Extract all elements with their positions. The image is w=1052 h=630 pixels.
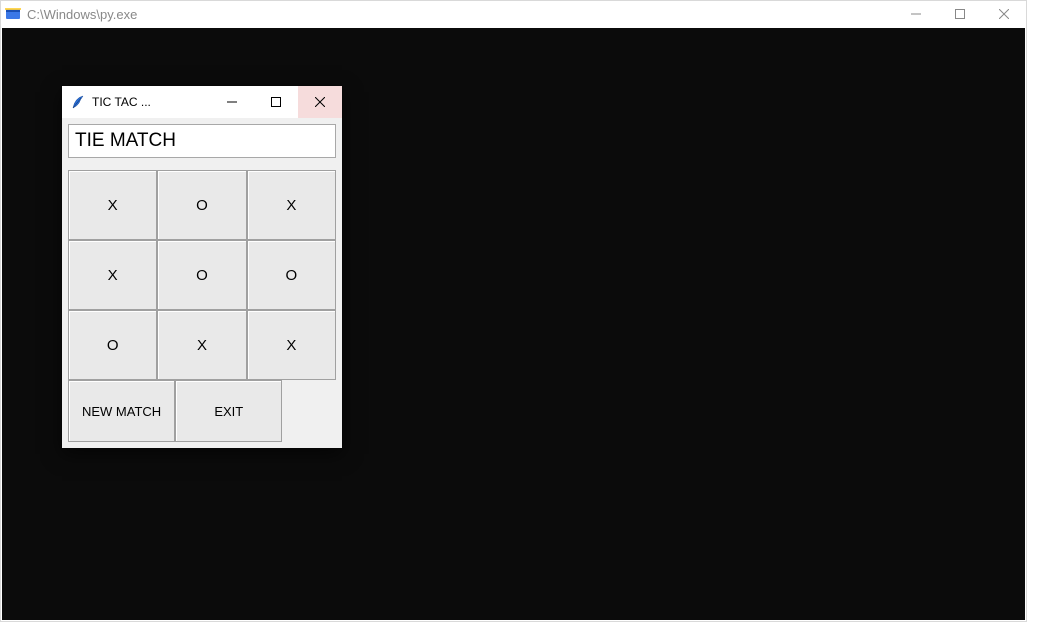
board-cell-1[interactable]: O [157, 170, 246, 240]
console-titlebar: C:\Windows\py.exe [1, 1, 1026, 27]
board-cell-7[interactable]: X [157, 310, 246, 380]
board-cell-2[interactable]: X [247, 170, 336, 240]
tkinter-icon [70, 94, 86, 110]
app-maximize-button[interactable] [254, 86, 298, 118]
status-field[interactable]: TIE MATCH [68, 124, 336, 158]
board-cell-0[interactable]: X [68, 170, 157, 240]
game-board: X O X X O O O X X [68, 170, 336, 380]
app-titlebar[interactable]: TIC TAC ... [62, 86, 342, 118]
action-row: NEW MATCH EXIT [68, 380, 336, 442]
python-console-icon [5, 6, 21, 22]
board-cell-4[interactable]: O [157, 240, 246, 310]
action-row-spacer [282, 380, 336, 442]
exit-button[interactable]: EXIT [175, 380, 282, 442]
app-close-button[interactable] [298, 86, 342, 118]
board-cell-6[interactable]: O [68, 310, 157, 380]
board-cell-5[interactable]: O [247, 240, 336, 310]
app-title: TIC TAC ... [92, 95, 210, 109]
console-title: C:\Windows\py.exe [27, 7, 894, 22]
board-cell-3[interactable]: X [68, 240, 157, 310]
tic-tac-toe-window: TIC TAC ... TIE MATCH X O X X [62, 86, 342, 448]
console-close-button[interactable] [982, 1, 1026, 27]
console-maximize-button[interactable] [938, 1, 982, 27]
console-window: C:\Windows\py.exe TIC TAC ... [0, 0, 1027, 622]
console-minimize-button[interactable] [894, 1, 938, 27]
app-minimize-button[interactable] [210, 86, 254, 118]
app-body: TIE MATCH X O X X O O O X X NEW MATCH EX… [62, 118, 342, 448]
console-body: TIC TAC ... TIE MATCH X O X X [2, 28, 1025, 620]
board-cell-8[interactable]: X [247, 310, 336, 380]
new-match-button[interactable]: NEW MATCH [68, 380, 175, 442]
